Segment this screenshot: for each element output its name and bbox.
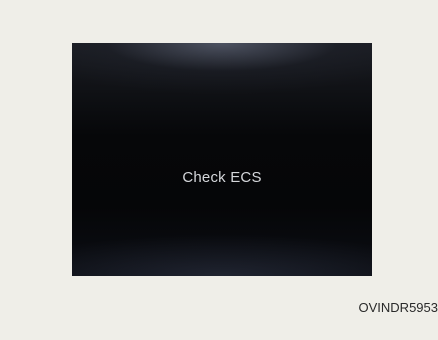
manual-page: Check ECS OVINDR5953 [0,0,438,340]
warning-message: Check ECS [182,169,262,186]
cluster-display-screen: Check ECS [72,43,372,276]
figure-code: OVINDR5953 [358,300,438,315]
